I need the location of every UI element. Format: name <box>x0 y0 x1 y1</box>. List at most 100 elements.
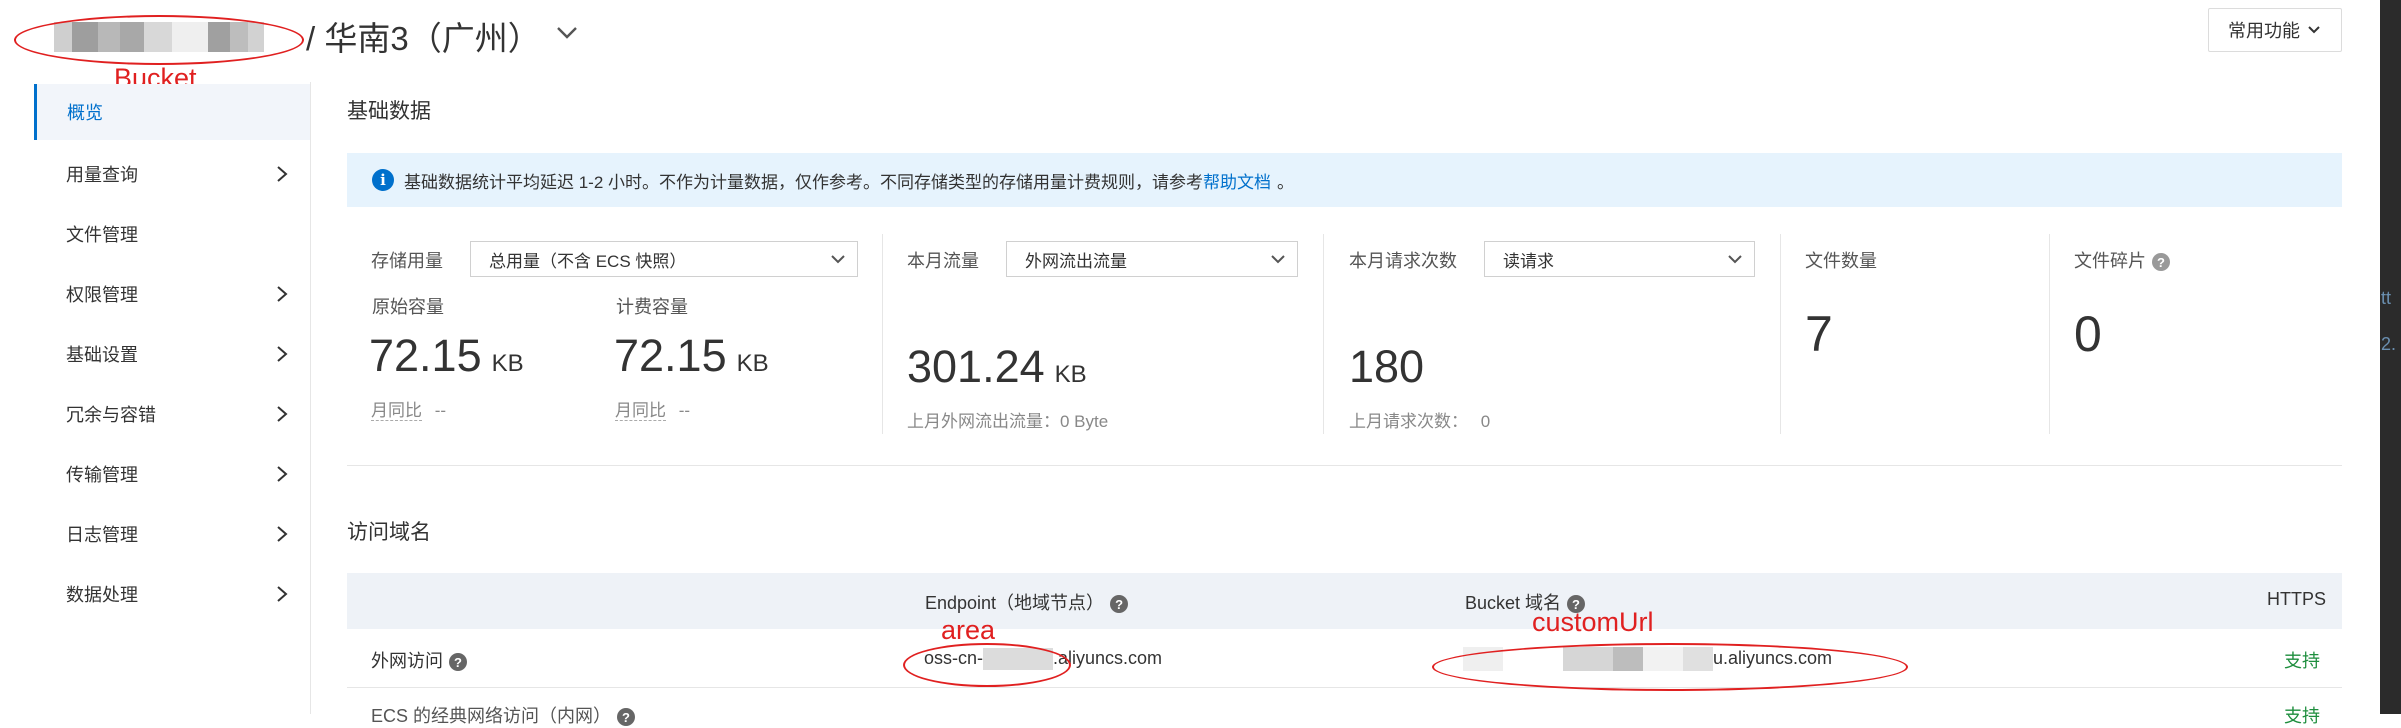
traffic-type-select[interactable]: 外网流出流量 <box>1006 241 1298 277</box>
background-window-text: tt <box>2381 288 2392 308</box>
request-select-value: 读请求 <box>1503 251 1554 271</box>
billed-capacity-label: 计费容量 <box>616 297 688 317</box>
last-month-requests-label: 上月请求次数： <box>1349 412 1468 431</box>
chevron-down-icon <box>1728 255 1742 264</box>
sidebar-item-label: 用量查询 <box>66 165 138 185</box>
billed-mom-value: -- <box>678 401 691 420</box>
billed-capacity-unit: KB <box>736 350 769 377</box>
request-type-select[interactable]: 读请求 <box>1484 241 1755 277</box>
traffic-unit: KB <box>1054 361 1087 388</box>
table-row: ECS 的经典网络访问（内网）? 支持 <box>347 688 2342 728</box>
info-icon: i <box>372 169 394 191</box>
billed-mom-label: 月同比 <box>615 401 666 421</box>
background-window-text: 2. <box>2381 334 2397 354</box>
sidebar-item-basic-settings[interactable]: 基础设置 <box>34 326 310 382</box>
chevron-right-icon <box>277 466 288 482</box>
storage-select-value: 总用量（不含 ECS 快照） <box>489 251 687 271</box>
chevron-down-icon[interactable] <box>553 18 581 46</box>
sidebar-item-usage-query[interactable]: 用量查询 <box>34 146 310 202</box>
chevron-right-icon <box>277 166 288 182</box>
sidebar-item-redundancy[interactable]: 冗余与容错 <box>34 386 310 442</box>
scrollbar[interactable] <box>2380 0 2401 714</box>
divider <box>882 234 883 434</box>
divider <box>2049 234 2050 434</box>
fragments-label: 文件碎片 <box>2074 251 2146 271</box>
sidebar-item-label: 日志管理 <box>66 525 138 545</box>
endpoint-header-label: Endpoint（地域节点） <box>925 593 1105 613</box>
chevron-right-icon <box>277 286 288 302</box>
sidebar: 概览 用量查询 文件管理 权限管理 基础设置 冗余与容错 传输管理 日志管理 数… <box>0 82 311 714</box>
sidebar-item-label: 传输管理 <box>66 465 138 485</box>
billed-capacity: 72.15 KB <box>614 330 769 382</box>
sidebar-item-label: 权限管理 <box>66 285 138 305</box>
domain-title: 访问域名 <box>347 521 431 544</box>
chevron-down-icon <box>1271 255 1285 264</box>
sidebar-item-label: 冗余与容错 <box>66 405 156 425</box>
billed-capacity-value: 72.15 <box>614 330 727 381</box>
row-name: 外网访问? <box>371 647 467 673</box>
chevron-right-icon <box>277 526 288 542</box>
sidebar-item-logs[interactable]: 日志管理 <box>34 506 310 562</box>
help-doc-link[interactable]: 帮助文档 <box>1203 168 1271 193</box>
basic-data-title: 基础数据 <box>347 100 431 123</box>
notice-bar: i 基础数据统计平均延迟 1-2 小时。不作为计量数据，仅作参考。不同存储类型的… <box>347 153 2342 207</box>
requests-value: 180 <box>1349 341 1425 392</box>
help-icon[interactable]: ? <box>617 708 636 727</box>
notice-text: 基础数据统计平均延迟 1-2 小时。不作为计量数据，仅作参考。不同存储类型的存储… <box>404 172 1204 192</box>
sidebar-item-label: 概览 <box>67 103 103 123</box>
chevron-right-icon <box>277 586 288 602</box>
https-support: 支持 <box>2284 651 2320 671</box>
fragments: 文件碎片? <box>2074 247 2170 273</box>
last-month-traffic: 上月外网流出流量：0 Byte <box>907 412 1109 431</box>
help-icon[interactable]: ? <box>2152 253 2170 272</box>
divider <box>1323 234 1324 434</box>
storage-type-select[interactable]: 总用量（不含 ECS 快照） <box>470 241 858 277</box>
billed-mom: 月同比 -- <box>615 396 690 421</box>
table-row: 外网访问? oss-cn- .aliyuncs.com u.aliyuncs.co… <box>347 629 2342 688</box>
chevron-down-icon <box>2308 26 2320 34</box>
sidebar-item-file-management[interactable]: 文件管理 <box>34 206 310 262</box>
raw-mom-label: 月同比 <box>371 401 422 421</box>
traffic-value: 301.24 <box>907 341 1045 392</box>
sidebar-item-data-processing[interactable]: 数据处理 <box>34 566 310 622</box>
chevron-right-icon <box>277 406 288 422</box>
sidebar-item-label: 数据处理 <box>66 585 138 605</box>
sidebar-item-label: 基础设置 <box>66 345 138 365</box>
custom-url-annotation-ellipse <box>1432 643 1908 691</box>
https-support: 支持 <box>2284 706 2320 726</box>
traffic: 301.24 KB <box>907 341 1087 393</box>
sidebar-item-transfer[interactable]: 传输管理 <box>34 446 310 502</box>
fragments-value: 0 <box>2074 306 2102 362</box>
https-column-header: HTTPS <box>2267 589 2327 609</box>
file-count-label: 文件数量 <box>1805 251 1877 271</box>
domain-table-header: Endpoint（地域节点）? Bucket 域名? HTTPS <box>347 573 2342 629</box>
raw-capacity-unit: KB <box>491 350 524 377</box>
endpoint-column-header: Endpoint（地域节点）? <box>925 589 1129 615</box>
notice-end: 。 <box>1277 172 1295 192</box>
row-name: ECS 的经典网络访问（内网）? <box>371 702 636 728</box>
bucket-annotation-ellipse <box>14 15 304 65</box>
page-title: / 华南3（广州） <box>306 20 541 57</box>
help-icon[interactable]: ? <box>449 653 467 672</box>
traffic-select-value: 外网流出流量 <box>1025 251 1127 271</box>
custom-url-annotation-label: customUrl <box>1532 607 1654 637</box>
raw-mom: 月同比 -- <box>371 396 446 421</box>
sidebar-item-label: 文件管理 <box>66 225 138 245</box>
section-divider <box>347 465 2342 466</box>
sidebar-item-permissions[interactable]: 权限管理 <box>34 266 310 322</box>
sidebar-item-overview[interactable]: 概览 <box>34 84 310 140</box>
divider <box>1780 234 1781 434</box>
row-name-label: ECS 的经典网络访问（内网） <box>371 706 612 726</box>
traffic-label: 本月流量 <box>907 251 979 271</box>
common-functions-button[interactable]: 常用功能 <box>2208 8 2342 52</box>
help-icon[interactable]: ? <box>1110 595 1129 614</box>
raw-capacity: 72.15 KB <box>369 330 524 382</box>
last-month-requests: 上月请求次数： 0 <box>1349 407 1490 432</box>
area-annotation-label: area <box>941 615 996 645</box>
common-functions-label: 常用功能 <box>2228 21 2300 41</box>
raw-capacity-value: 72.15 <box>369 330 482 381</box>
row-name-label: 外网访问 <box>371 651 443 671</box>
area-annotation-ellipse <box>903 643 1071 687</box>
raw-mom-value: -- <box>434 401 447 420</box>
last-month-requests-value: 0 <box>1480 412 1491 431</box>
